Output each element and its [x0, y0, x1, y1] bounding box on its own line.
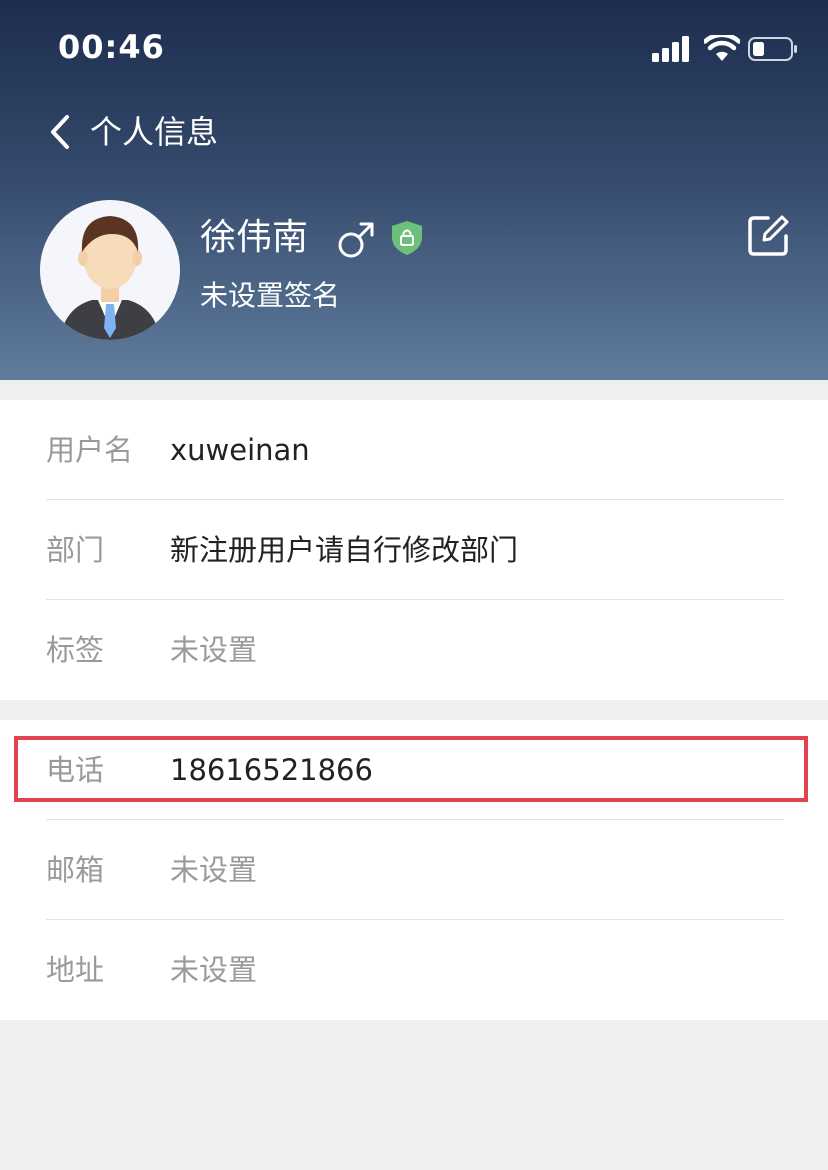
status-time: 00:46	[58, 28, 165, 66]
username-row: 用户名 xuweinan	[0, 400, 828, 500]
department-label: 部门	[46, 533, 105, 567]
tags-row[interactable]: 标签 未设置	[0, 600, 828, 700]
battery-icon	[748, 37, 797, 61]
basic-info-section: 用户名 xuweinan 部门 新注册用户请自行修改部门 标签 未设置	[0, 400, 828, 700]
avatar-illustration	[40, 200, 180, 340]
profile-header: 00:46 个人信息 徐伟南 未设置签名	[0, 0, 828, 380]
phone-highlight-box	[14, 736, 808, 802]
email-label: 邮箱	[46, 853, 105, 887]
email-value: 未设置	[170, 853, 258, 887]
department-value: 新注册用户请自行修改部门	[170, 533, 519, 567]
wifi-icon	[704, 35, 740, 61]
address-label: 地址	[46, 953, 105, 987]
page-title: 个人信息	[90, 113, 219, 151]
avatar[interactable]	[40, 200, 180, 340]
signal-icon	[652, 36, 689, 62]
username-value: xuweinan	[170, 433, 310, 467]
male-icon	[338, 222, 374, 258]
signature-text: 未设置签名	[200, 279, 341, 312]
tags-value: 未设置	[170, 633, 258, 667]
tags-label: 标签	[46, 633, 105, 667]
back-arrow-icon	[51, 115, 69, 149]
address-value: 未设置	[170, 953, 258, 987]
username-label: 用户名	[46, 433, 134, 467]
edit-profile-button[interactable]	[746, 214, 790, 258]
profile-name: 徐伟南	[200, 217, 309, 258]
back-button[interactable]	[38, 110, 82, 154]
address-row[interactable]: 地址 未设置	[0, 920, 828, 1020]
email-row[interactable]: 邮箱 未设置	[0, 820, 828, 920]
shield-lock-icon	[392, 221, 422, 255]
edit-icon	[748, 215, 789, 256]
department-row[interactable]: 部门 新注册用户请自行修改部门	[0, 500, 828, 600]
